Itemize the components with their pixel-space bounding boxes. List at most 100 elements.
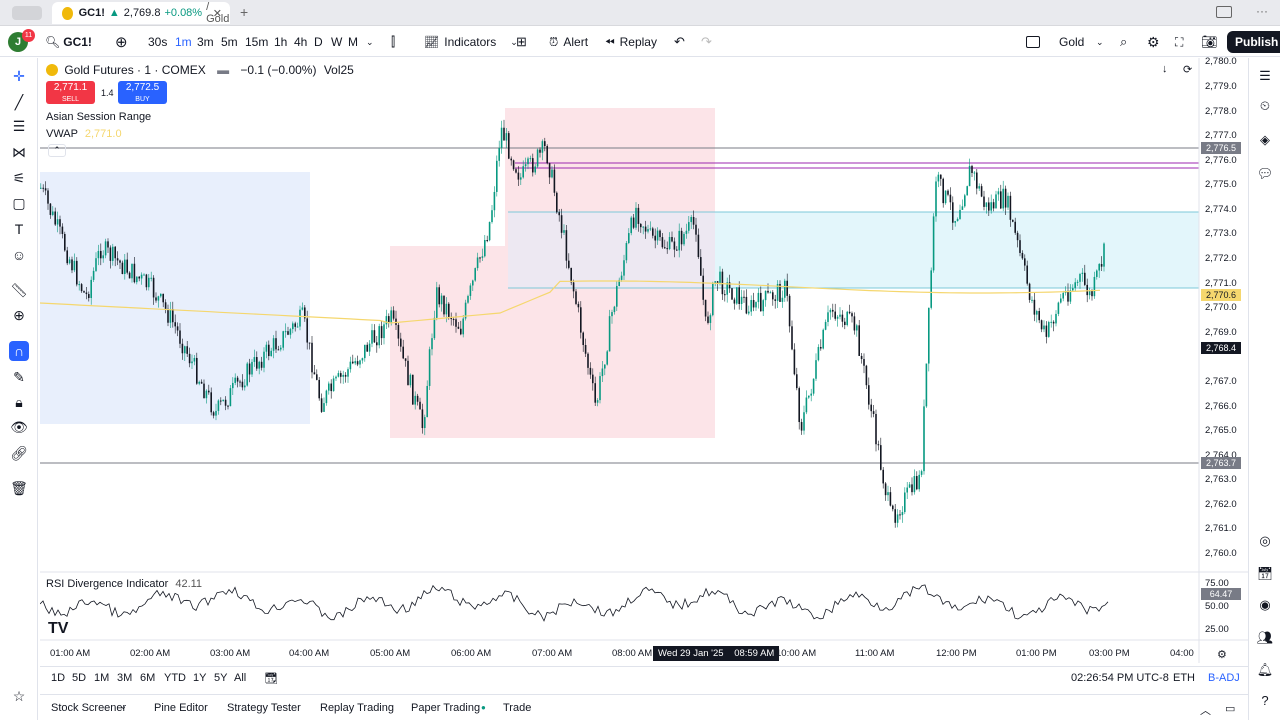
interval-15m[interactable]: 15m <box>245 27 268 57</box>
tab-stock-screener[interactable]: Stock Screener <box>51 702 126 714</box>
community-icon[interactable]: 👥︎ <box>1255 628 1275 648</box>
candle-body <box>553 169 556 193</box>
refresh-icon[interactable]: ⟳ <box>1183 63 1192 76</box>
interval-1m[interactable]: 1m <box>175 27 192 57</box>
interval-3m[interactable]: 3m <box>197 27 214 57</box>
axis-settings-icon[interactable]: ⚙︎ <box>1217 648 1227 661</box>
candles-icon[interactable]: ⫿ <box>391 27 395 57</box>
chevron-down-icon[interactable]: ⌄ <box>1096 27 1104 57</box>
clock[interactable]: 02:26:54 PM UTC-8 <box>1071 672 1169 684</box>
range-1m[interactable]: 1M <box>94 672 109 684</box>
price-chart[interactable]: TV <box>40 58 1248 663</box>
tab-pine-editor[interactable]: Pine Editor <box>154 702 208 714</box>
collapse-legend-icon[interactable]: ⌃ <box>48 144 66 157</box>
alerts-clock-icon[interactable]: ⏲︎ <box>1255 96 1275 116</box>
interval-30s[interactable]: 30s <box>148 27 167 57</box>
symbol-search[interactable]: 🔍︎ GC1! <box>45 27 92 57</box>
projection-icon[interactable]: ⚟ <box>9 168 29 188</box>
browser-tab[interactable]: GC1! ▲ 2,769.8 +0.08% / Gold ✕ <box>52 1 230 25</box>
symbol-legend[interactable]: Gold Futures · 1 · COMEX ▬ −0.1 (−0.00%)… <box>46 63 354 77</box>
indicators-button[interactable]: 📈︎ Indicators ⌄ <box>424 27 518 57</box>
interval-d[interactable]: D <box>314 27 323 57</box>
range-6m[interactable]: 6M <box>140 672 155 684</box>
close-icon[interactable]: ✕ <box>213 7 222 20</box>
fullscreen-icon[interactable]: ⛶ <box>1175 27 1183 57</box>
range-all[interactable]: All <box>234 672 246 684</box>
interval-m[interactable]: M <box>348 27 358 57</box>
range-1y[interactable]: 1Y <box>193 672 206 684</box>
layout-name[interactable]: Gold <box>1059 27 1084 57</box>
chevron-up-icon[interactable]: ︿ <box>1200 702 1211 718</box>
target-icon[interactable]: ◎ <box>1255 531 1275 551</box>
rsi-legend[interactable]: RSI Divergence Indicator 42.11 <box>46 578 202 590</box>
redo-icon[interactable]: ↷ <box>701 27 712 57</box>
range-ytd[interactable]: YTD <box>164 672 186 684</box>
session-toggle[interactable]: ETH <box>1173 672 1195 684</box>
buy-button[interactable]: 2,772.5 BUY <box>118 81 167 104</box>
link-icon[interactable]: 🔗︎ <box>9 443 29 463</box>
chat-icon[interactable]: 💬︎ <box>1255 164 1275 184</box>
candle-body <box>337 373 340 377</box>
camera-icon[interactable]: 📷︎ <box>1201 27 1218 57</box>
emoji-icon[interactable]: ☺ <box>9 245 29 265</box>
indicator-vwap[interactable]: VWAP 2,771.0 <box>46 128 122 140</box>
lock-pencil-icon[interactable]: ✎ <box>9 367 29 387</box>
sidebar-toggle-icon[interactable] <box>12 6 42 20</box>
lock-icon[interactable]: 🔒︎ <box>9 392 29 412</box>
settings-icon[interactable]: ⚙︎ <box>1147 27 1160 57</box>
magnet-icon[interactable]: ∩ <box>9 341 29 361</box>
tab-paper-trading[interactable]: Paper Trading <box>411 702 480 714</box>
zoom-icon[interactable]: ⊕ <box>9 305 29 325</box>
tab-strategy-tester[interactable]: Strategy Tester <box>227 702 301 714</box>
tab-replay-trading[interactable]: Replay Trading <box>320 702 394 714</box>
replay-button[interactable]: ⏪︎ Replay <box>605 27 657 57</box>
range-3m[interactable]: 3M <box>117 672 132 684</box>
bell-icon[interactable]: 🔔︎ <box>1255 660 1275 680</box>
range-1d[interactable]: 1D <box>51 672 65 684</box>
range-5y[interactable]: 5Y <box>214 672 227 684</box>
picture-in-picture-icon[interactable] <box>1216 6 1232 18</box>
publish-button[interactable]: Publish <box>1227 27 1280 57</box>
maximize-panel-icon[interactable]: ▭ <box>1225 702 1235 715</box>
candle-body <box>520 177 522 180</box>
more-icon[interactable]: ··· <box>1256 4 1268 18</box>
undo-icon[interactable]: ↶ <box>674 27 685 57</box>
crosshair-icon[interactable]: ✛ <box>9 66 29 86</box>
eye-icon[interactable]: 👁︎ <box>9 417 29 437</box>
calendar-icon[interactable]: 📅︎ <box>1255 564 1275 584</box>
tab-trade[interactable]: Trade <box>503 702 531 714</box>
candle-body <box>709 315 712 323</box>
candle-body <box>760 292 762 312</box>
fib-icon[interactable]: ☰ <box>9 116 29 136</box>
layers-icon[interactable]: ◈ <box>1255 130 1275 150</box>
trash-icon[interactable]: 🗑︎ <box>9 478 29 498</box>
trend-line-icon[interactable]: ╱ <box>9 92 29 112</box>
range-5d[interactable]: 5D <box>72 672 86 684</box>
pattern-icon[interactable]: ⋈ <box>9 142 29 162</box>
chevron-down-icon[interactable]: ⌄ <box>120 702 127 711</box>
ruler-icon[interactable]: 📏︎ <box>9 280 29 300</box>
interval-1h[interactable]: 1h <box>274 27 287 57</box>
interval-w[interactable]: W <box>331 27 342 57</box>
templates-icon[interactable]: ⊞ <box>516 27 527 57</box>
new-tab-icon[interactable]: + <box>240 4 248 20</box>
sell-button[interactable]: 2,771.1 SELL <box>46 81 95 104</box>
help-icon[interactable]: ? <box>1255 690 1275 710</box>
text-icon[interactable]: T <box>9 219 29 239</box>
scroll-down-icon[interactable]: ↓ <box>1162 63 1168 75</box>
star-icon[interactable]: ☆ <box>9 686 29 706</box>
layout-toggle[interactable] <box>1026 27 1040 57</box>
candle-body <box>359 360 361 365</box>
podcast-icon[interactable]: ◉ <box>1255 595 1275 615</box>
alert-button[interactable]: ⏰︎ Alert <box>549 27 588 57</box>
quick-search-icon[interactable]: ⌕ <box>1120 27 1127 57</box>
indicator-asian-session[interactable]: Asian Session Range <box>46 111 151 123</box>
interval-5m[interactable]: 5m <box>221 27 238 57</box>
adjust-toggle[interactable]: B-ADJ <box>1208 672 1240 684</box>
watchlist-icon[interactable]: ☰ <box>1255 66 1275 86</box>
interval-4h[interactable]: 4h <box>294 27 307 57</box>
shape-icon[interactable]: ▢ <box>9 193 29 213</box>
compare-add-icon[interactable]: ⊕ <box>115 27 128 57</box>
chevron-down-icon[interactable]: ⌄ <box>366 27 374 57</box>
date-range-icon[interactable]: 📆︎ <box>264 672 278 685</box>
